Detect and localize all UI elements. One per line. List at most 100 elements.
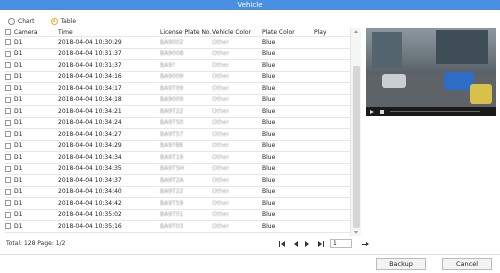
row-checkbox[interactable] <box>5 119 11 126</box>
table-row[interactable]: D1 2018-04-04 10:34:40 BA9T22 Other Blue <box>5 187 361 198</box>
cell-camera-value: D1 <box>14 176 23 184</box>
cell-camera-value: D1 <box>14 130 23 138</box>
radio-table[interactable]: Table <box>50 17 76 25</box>
table-row[interactable]: D1 2018-04-04 10:34:37 BA9T2A Other Blue <box>5 175 361 187</box>
cell-plate: BA9T09 <box>160 84 184 92</box>
row-checkbox[interactable] <box>5 50 11 57</box>
cell-vehicle-color: Other <box>212 50 230 58</box>
table-row[interactable]: D1 2018-04-04 10:34:42 BA9T59 Other Blue <box>5 198 361 210</box>
table-scrollbar[interactable] <box>350 28 361 236</box>
vehicle-table: Camera Time License Plate No. Vehicle Co… <box>5 28 361 235</box>
cell-play <box>314 96 344 103</box>
table-header: Camera Time License Plate No. Vehicle Co… <box>5 28 361 37</box>
cell-camera-value: D1 <box>14 84 23 92</box>
prev-page-icon[interactable] <box>291 240 299 248</box>
row-checkbox[interactable] <box>5 73 11 80</box>
table-row[interactable]: D1 2018-04-04 10:35:16 BA9T03 Other Blue <box>5 221 361 233</box>
cell-camera: D1 <box>5 73 58 80</box>
cell-vehicle-color: Other <box>212 211 230 219</box>
first-page-icon[interactable] <box>278 240 286 248</box>
row-checkbox[interactable] <box>5 223 11 230</box>
row-checkbox[interactable] <box>5 154 11 161</box>
backup-button[interactable]: Backup <box>376 258 426 270</box>
cell-play <box>314 108 344 115</box>
video-progress-track[interactable] <box>390 111 480 112</box>
row-checkbox[interactable] <box>5 165 11 172</box>
row-checkbox[interactable] <box>5 200 11 207</box>
table-row[interactable]: D1 2018-04-04 10:35:02 BA9T01 Other Blue <box>5 210 361 221</box>
header-camera-label: Camera <box>14 28 38 36</box>
cell-camera-value: D1 <box>14 73 23 81</box>
table-row[interactable]: D1 2018-04-04 10:34:35 BA9T5H Other Blue <box>5 164 361 175</box>
radio-table-circle[interactable] <box>50 17 58 25</box>
cell-plate-color: Blue <box>262 96 276 104</box>
cell-camera: D1 <box>5 177 58 184</box>
cell-play <box>314 85 344 92</box>
radio-chart-label: Chart <box>18 17 35 25</box>
cell-plate: BA9?88 <box>160 142 183 150</box>
row-checkbox[interactable] <box>5 39 11 46</box>
table-row[interactable]: D1 2018-04-04 10:34:21 BA9T22 Other Blue <box>5 106 361 118</box>
table-row[interactable]: D1 2018-04-04 10:34:24 BA9T50 Other Blue <box>5 118 361 129</box>
pagination: 1 <box>278 239 370 248</box>
row-checkbox[interactable] <box>5 188 11 195</box>
cancel-button[interactable]: Cancel <box>442 258 492 270</box>
cell-plate-color: Blue <box>262 165 276 173</box>
row-checkbox[interactable] <box>5 85 11 92</box>
scroll-up-icon[interactable] <box>354 30 358 33</box>
video-stop-icon[interactable] <box>380 109 384 114</box>
cell-camera-value: D1 <box>14 211 23 219</box>
row-checkbox[interactable] <box>5 131 11 138</box>
header-plate-color: Plate Color <box>262 28 295 36</box>
table-row[interactable]: D1 2018-04-04 10:34:16 BA9009 Other Blue <box>5 72 361 83</box>
table-row[interactable]: D1 2018-04-04 10:34:29 BA9?88 Other Blue <box>5 141 361 152</box>
cell-plate: BA9? <box>160 61 176 69</box>
cell-plate: BA9T22 <box>160 107 184 115</box>
radio-chart-circle[interactable] <box>8 17 15 25</box>
cell-plate: BA9008 <box>160 50 184 58</box>
cell-plate: BA9T22 <box>160 188 184 196</box>
page-number-input[interactable]: 1 <box>330 239 352 248</box>
row-checkbox[interactable] <box>5 142 11 149</box>
table-row[interactable]: D1 2018-04-04 10:31:37 BA9? Other Blue <box>5 60 361 72</box>
cell-vehicle-color: Other <box>212 61 230 69</box>
cell-plate: BA9T03 <box>160 222 184 230</box>
cell-plate-color: Blue <box>262 107 276 115</box>
cell-camera-value: D1 <box>14 119 23 127</box>
last-page-icon[interactable] <box>317 240 325 248</box>
cell-plate-color: Blue <box>262 119 276 127</box>
cell-vehicle-color: Other <box>212 199 230 207</box>
cell-time: 2018-04-04 10:34:16 <box>58 73 122 81</box>
table-row[interactable]: D1 2018-04-04 10:34:18 BA9009 Other Blue <box>5 95 361 106</box>
cell-time: 2018-04-04 10:35:16 <box>58 222 122 230</box>
cell-vehicle-color: Other <box>212 176 230 184</box>
table-row[interactable]: D1 2018-04-04 10:34:17 BA9T09 Other Blue <box>5 83 361 95</box>
row-checkbox[interactable] <box>5 62 11 69</box>
next-page-icon[interactable] <box>304 240 312 248</box>
cell-play <box>314 165 344 172</box>
cell-vehicle-color: Other <box>212 84 230 92</box>
row-checkbox[interactable] <box>5 96 11 103</box>
video-play-icon[interactable] <box>370 109 374 114</box>
table-row[interactable]: D1 2018-04-04 10:31:37 BA9008 Other Blue <box>5 49 361 60</box>
cell-plate: BA9T19 <box>160 153 184 161</box>
goto-page-icon[interactable] <box>361 240 370 248</box>
header-plate: License Plate No. <box>160 28 212 36</box>
scroll-down-icon[interactable] <box>354 231 358 234</box>
cell-time: 2018-04-04 10:31:37 <box>58 61 122 69</box>
radio-chart[interactable]: Chart <box>8 17 35 25</box>
cell-play <box>314 50 344 57</box>
table-row[interactable]: D1 2018-04-04 10:34:27 BA9T57 Other Blue <box>5 129 361 141</box>
table-row[interactable]: D1 2018-04-04 10:30:29 BA9002 Other Blue <box>5 37 361 49</box>
row-checkbox[interactable] <box>5 211 11 218</box>
cell-camera-value: D1 <box>14 50 23 58</box>
row-checkbox[interactable] <box>5 108 11 115</box>
cell-plate-color: Blue <box>262 199 276 207</box>
cell-time: 2018-04-04 10:34:27 <box>58 130 122 138</box>
select-all-checkbox[interactable] <box>5 29 11 35</box>
preview-building <box>436 30 488 64</box>
row-checkbox[interactable] <box>5 177 11 184</box>
scroll-thumb[interactable] <box>353 66 360 228</box>
table-row[interactable]: D1 2018-04-04 10:34:34 BA9T19 Other Blue <box>5 152 361 164</box>
cell-camera: D1 <box>5 108 58 115</box>
